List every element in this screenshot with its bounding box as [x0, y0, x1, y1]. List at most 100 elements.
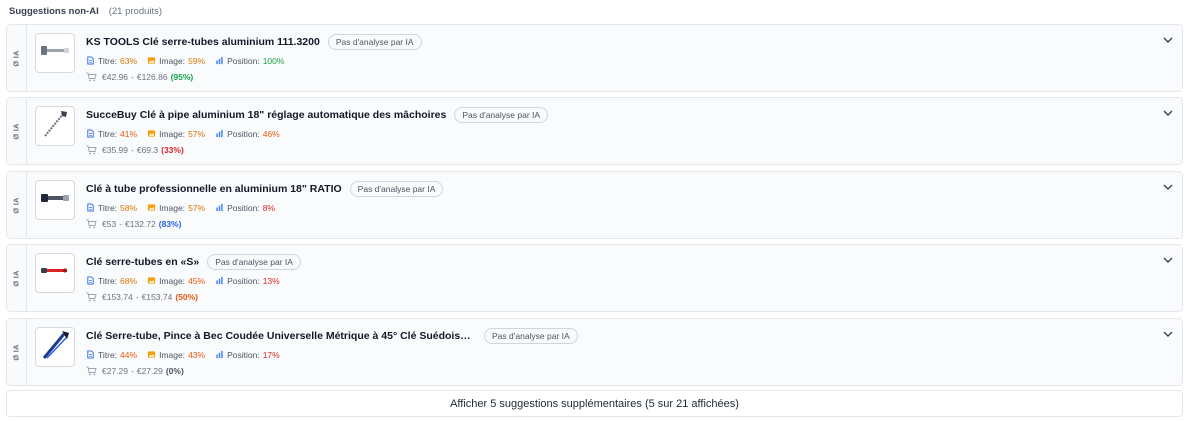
price-range: €53 - €132.72 (83%) [86, 217, 1142, 230]
price-min: €153.74 [102, 291, 133, 302]
price-max: €69.3 [136, 144, 159, 155]
price-match-percent: (95%) [170, 71, 194, 82]
product-name[interactable]: KS TOOLS Clé serre-tubes aluminium 111.3… [86, 36, 320, 48]
price-separator: - [131, 144, 134, 155]
price-match-percent: (33%) [161, 144, 184, 155]
product-info: Clé Serre-tube, Pince à Bec Coudée Unive… [86, 327, 1142, 377]
image-icon [147, 130, 156, 137]
price-max: €132.72 [125, 218, 156, 229]
title-score: Titre: 44% [86, 350, 137, 360]
product-thumbnail[interactable] [35, 180, 75, 220]
suggestion-card[interactable]: Ø IA Clé à tube professionnelle en alumi… [6, 171, 1183, 239]
document-icon [87, 129, 94, 138]
title-score: Titre: 58% [86, 203, 137, 213]
cart-icon [86, 72, 97, 81]
product-name[interactable]: Clé à tube professionnelle en aluminium … [86, 183, 342, 195]
price-separator: - [135, 291, 139, 302]
chevron-down-icon[interactable] [1162, 329, 1174, 339]
product-thumbnail[interactable] [35, 253, 75, 293]
image-label: Image: [159, 55, 186, 66]
product-count: (21 produits) [108, 5, 163, 17]
position-label: Position: [227, 128, 260, 139]
document-icon [87, 56, 94, 65]
ai-status-label: Ø IA [12, 122, 21, 140]
cart-icon [86, 366, 97, 375]
suggestion-card[interactable]: Ø IA Clé serre-tubes en «S» Pas d'analys… [6, 244, 1183, 312]
ai-status-rail: Ø IA [7, 25, 27, 91]
image-value: 45% [188, 275, 206, 286]
title-label: Titre: [98, 202, 118, 213]
bar-chart-icon [216, 203, 223, 212]
product-name[interactable]: Clé Serre-tube, Pince à Bec Coudée Unive… [86, 330, 476, 342]
ai-status-label: Ø IA [12, 196, 21, 214]
document-icon [87, 350, 94, 359]
price-range: €153.74 - €153.74 (50%) [86, 290, 1142, 303]
product-thumbnail[interactable] [35, 327, 75, 367]
title-label: Titre: [98, 349, 118, 360]
image-value: 43% [188, 349, 206, 360]
section-header: Suggestions non-AI (21 produits) [9, 4, 162, 18]
price-max: €27.29 [136, 365, 163, 376]
card-content: Clé à tube professionnelle en aluminium … [27, 172, 1182, 238]
title-score: Titre: 41% [86, 129, 137, 139]
ai-status-label: Ø IA [12, 343, 21, 361]
bar-chart-icon [216, 276, 223, 285]
cart-icon [86, 145, 97, 154]
bar-chart-icon [216, 56, 223, 65]
price-separator: - [119, 218, 123, 229]
position-value: 17% [262, 349, 280, 360]
document-icon [87, 203, 94, 212]
position-label: Position: [227, 349, 260, 360]
image-value: 57% [188, 128, 206, 139]
product-info: SuccеBuy Clé à pipe aluminium 18" réglag… [86, 106, 1142, 156]
pipe-wrench-blue-icon [38, 328, 72, 366]
image-score: Image: 45% [147, 276, 205, 286]
image-score: Image: 57% [147, 203, 205, 213]
cart-icon [86, 292, 97, 301]
price-max: €126.86 [136, 71, 168, 82]
title-value: 68% [120, 275, 138, 286]
price-separator: - [131, 365, 134, 376]
image-label: Image: [159, 349, 186, 360]
title-value: 41% [120, 128, 138, 139]
price-match-percent: (0%) [165, 365, 184, 376]
position-score: Position: 8% [215, 203, 275, 213]
product-info: Clé serre-tubes en «S» Pas d'analyse par… [86, 253, 1142, 303]
ai-status-rail: Ø IA [7, 172, 27, 238]
image-value: 59% [188, 55, 206, 66]
product-thumbnail[interactable] [35, 33, 75, 73]
title-score: Titre: 68% [86, 276, 137, 286]
price-match-percent: (83%) [158, 218, 182, 229]
chevron-down-icon[interactable] [1162, 35, 1174, 45]
suggestion-card[interactable]: Ø IA Clé Serre-tube, Pince à Bec Coudée … [6, 318, 1183, 386]
chevron-down-icon[interactable] [1162, 182, 1174, 192]
chevron-down-icon[interactable] [1162, 255, 1174, 265]
bar-chart-icon [216, 129, 223, 138]
image-label: Image: [159, 128, 186, 139]
price-range: €27.29 - €27.29 (0%) [86, 364, 1142, 377]
pipe-wrench-diagonal-icon [38, 107, 72, 145]
no-ai-badge: Pas d'analyse par IA [207, 254, 301, 270]
position-label: Position: [227, 55, 260, 66]
product-name[interactable]: Clé serre-tubes en «S» [86, 256, 199, 268]
pipe-wrench-silver-icon [38, 34, 72, 72]
price-separator: - [131, 71, 134, 82]
title-score: Titre: 63% [86, 56, 137, 66]
product-thumbnail[interactable] [35, 106, 75, 146]
image-score: Image: 59% [147, 56, 205, 66]
price-max: €153.74 [141, 291, 173, 302]
chevron-down-icon[interactable] [1162, 108, 1174, 118]
suggestion-card[interactable]: Ø IA SuccеBuy Clé à pipe aluminium 18" r… [6, 97, 1183, 165]
product-name[interactable]: SuccеBuy Clé à pipe aluminium 18" réglag… [86, 109, 446, 121]
price-range: €35.99 - €69.3 (33%) [86, 143, 1142, 156]
title-label: Titre: [98, 55, 118, 66]
show-more-button[interactable]: Afficher 5 suggestions supplémentaires (… [6, 390, 1183, 417]
price-min: €53 [102, 218, 117, 229]
suggestion-card[interactable]: Ø IA KS TOOLS Clé serre-tubes aluminium … [6, 24, 1183, 92]
image-label: Image: [159, 202, 186, 213]
cart-icon [86, 219, 97, 228]
ai-status-label: Ø IA [12, 49, 21, 67]
position-value: 13% [262, 275, 280, 286]
position-label: Position: [227, 202, 260, 213]
position-value: 46% [262, 128, 280, 139]
